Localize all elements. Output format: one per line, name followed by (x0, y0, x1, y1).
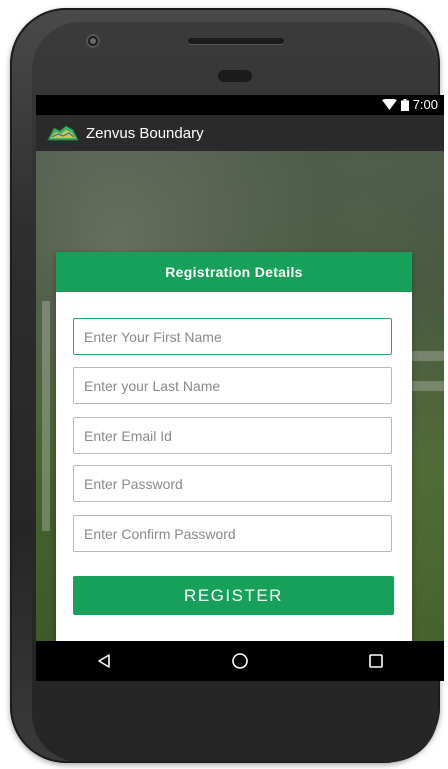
status-time: 7:00 (412, 97, 438, 112)
email-field[interactable] (73, 417, 392, 454)
device-screen: 7:00 Zenvus Boundary Registration Detail… (36, 95, 444, 681)
registration-card: Registration Details REGISTER (56, 252, 412, 642)
back-icon (98, 654, 110, 668)
back-button[interactable] (74, 641, 134, 681)
wifi-icon (381, 99, 397, 110)
app-title: Zenvus Boundary (86, 124, 204, 142)
last-name-field[interactable] (73, 367, 392, 404)
confirm-password-field[interactable] (73, 515, 392, 552)
first-name-field[interactable] (73, 318, 392, 355)
home-icon (232, 653, 248, 669)
background-photo: Registration Details REGISTER (36, 151, 444, 642)
recents-button[interactable] (346, 641, 406, 681)
earpiece-speaker (188, 38, 284, 44)
home-button[interactable] (210, 641, 270, 681)
navigation-bar (36, 641, 444, 681)
fence-post (42, 301, 50, 531)
battery-icon (400, 98, 409, 111)
proximity-sensor (218, 70, 252, 82)
map-logo-icon (47, 125, 79, 141)
card-header: Registration Details (56, 252, 412, 292)
fence-rail (411, 381, 444, 391)
app-bar: Zenvus Boundary (36, 115, 444, 151)
front-camera (86, 34, 100, 48)
status-bar: 7:00 (36, 95, 444, 115)
recents-icon (369, 654, 383, 668)
register-button[interactable]: REGISTER (73, 576, 394, 615)
password-field[interactable] (73, 465, 392, 502)
